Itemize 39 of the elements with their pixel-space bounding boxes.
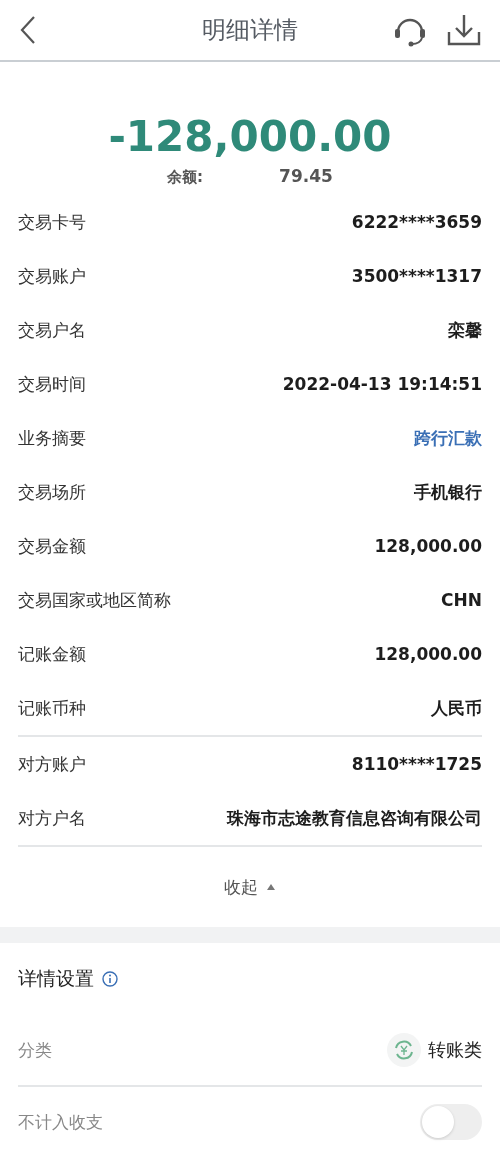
field-value: 栾馨 (448, 318, 482, 342)
field-link[interactable]: 跨行汇款 (414, 426, 482, 450)
field-label: 交易国家或地区简称 (18, 588, 171, 612)
field-value: 3500****1317 (351, 266, 482, 287)
field-label: 对方户名 (18, 806, 86, 830)
info-icon[interactable] (102, 971, 118, 988)
download-icon[interactable] (446, 12, 482, 48)
field-label: 交易账户 (18, 264, 86, 288)
setting-label: 分类 (18, 1038, 52, 1062)
field-value: 人民币 (431, 696, 482, 720)
field-label: 交易卡号 (18, 210, 86, 234)
section-title: 详情设置 (18, 966, 94, 992)
amount: -128,000.00 (108, 114, 392, 161)
category-value[interactable]: 转账类 (428, 1038, 482, 1063)
field-label: 交易金额 (18, 534, 86, 558)
field-label: 记账币种 (18, 696, 86, 720)
field-value: 128,000.00 (374, 644, 482, 665)
field-label: 交易场所 (18, 480, 86, 504)
field-label: 对方账户 (18, 752, 86, 776)
field-value: 2022-04-13 19:14:51 (282, 374, 482, 395)
toggle-switch[interactable] (420, 1104, 482, 1141)
caret-icon (266, 883, 276, 892)
field-value: 8110****1725 (351, 754, 482, 775)
balance-value: 79.45 (279, 166, 333, 187)
page-title: 明细详情 (201, 15, 299, 46)
collapse-button[interactable]: 收起 (218, 874, 282, 900)
field-value: 128,000.00 (374, 536, 482, 557)
field-value: CHN (441, 590, 482, 611)
field-label: 记账金额 (18, 642, 86, 666)
field-value: 手机银行 (414, 480, 482, 504)
field-value: 6222****3659 (351, 212, 482, 233)
setting-label: 不计入收支 (18, 1110, 103, 1134)
balance-label: 余额: (167, 168, 204, 188)
field-label: 交易户名 (18, 318, 86, 342)
field-label: 业务摘要 (18, 426, 86, 450)
field-label: 交易时间 (18, 372, 86, 396)
back-icon[interactable] (18, 15, 38, 45)
transfer-icon (386, 1032, 422, 1069)
field-value: 珠海市志途教育信息咨询有限公司 (227, 806, 482, 830)
